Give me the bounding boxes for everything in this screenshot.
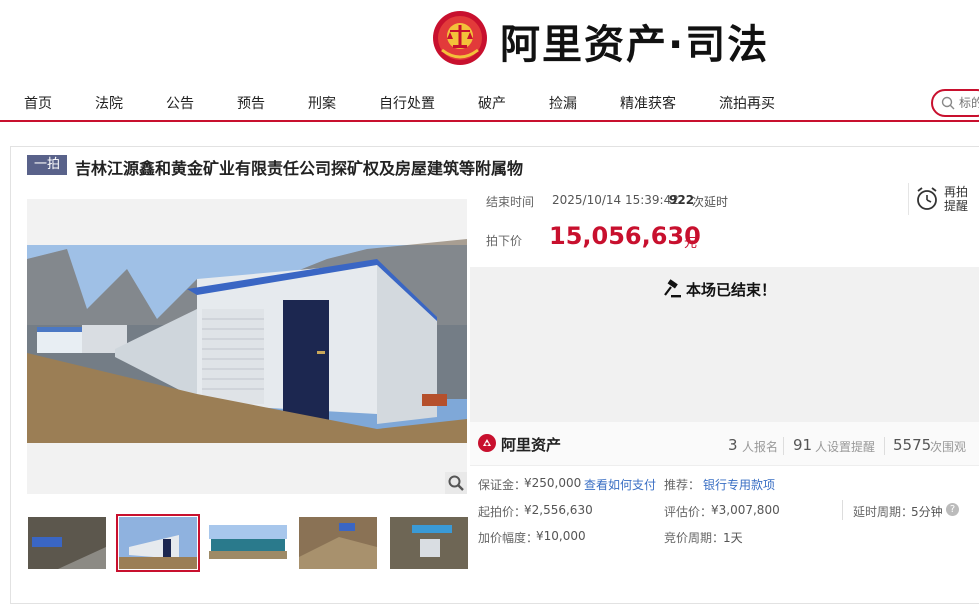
search-icon[interactable] <box>941 96 955 110</box>
auction-ended-text: 本场已结束！ <box>686 281 777 299</box>
nav-item-preview[interactable]: 预告 <box>237 93 265 113</box>
help-icon[interactable]: ? <box>946 503 959 516</box>
delay-count-label: 次延时 <box>692 195 729 209</box>
thumbnail-image <box>299 517 377 569</box>
view-count-label: 次围观 <box>930 440 967 454</box>
deposit-label: 保证金： <box>478 478 527 492</box>
main-nav: 首页 法院 公告 预告 刑案 自行处置 破产 捡漏 精准获客 流拍再买 <box>0 84 979 122</box>
thumbnail-image <box>390 517 468 569</box>
nav-item-court[interactable]: 法院 <box>95 93 123 113</box>
signup-label: 人报名 <box>742 440 779 454</box>
thumbnail-image <box>119 517 197 569</box>
item-title: 吉林江源鑫和黄金矿业有限责任公司探矿权及房屋建筑等附属物 <box>75 159 524 178</box>
increment-label: 加价幅度： <box>478 531 539 545</box>
nav-item-bargain[interactable]: 捡漏 <box>549 93 577 113</box>
nav-item-self-disposal[interactable]: 自行处置 <box>379 93 435 113</box>
end-time-label: 结束时间 <box>486 195 535 209</box>
search-input[interactable] <box>959 93 979 113</box>
thumbnail[interactable] <box>209 517 287 569</box>
thumbnail[interactable] <box>28 517 106 569</box>
zoom-icon[interactable] <box>445 472 467 494</box>
main-photo[interactable] <box>27 199 467 494</box>
bid-cycle-value: 1天 <box>723 531 743 545</box>
final-price: 15,056,630 <box>549 222 701 250</box>
signup-count: 3 <box>728 436 738 454</box>
relist-reminder-label: 再拍提醒 <box>944 185 969 213</box>
field-divider <box>842 500 843 520</box>
reminder-count: 91 <box>793 436 813 454</box>
building-photo <box>27 239 467 443</box>
round-badge: 一拍 <box>27 155 67 175</box>
thumbnail[interactable] <box>390 517 468 569</box>
thumbnail-selected[interactable] <box>116 514 200 572</box>
bid-cycle-label: 竞价周期： <box>664 531 725 545</box>
how-to-pay-link[interactable]: 查看如何支付 <box>584 476 656 493</box>
delay-period-value: 5分钟 <box>911 505 943 519</box>
thumbnail-image <box>209 517 287 569</box>
logo-bar: 阿里资产·司法 <box>0 0 979 80</box>
relist-reminder-button[interactable]: 再拍提醒 <box>908 183 978 215</box>
thumbnail-image <box>28 517 106 569</box>
start-price-label: 起拍价： <box>478 505 527 519</box>
thumbnail[interactable] <box>299 517 377 569</box>
reminder-count-label: 人设置提醒 <box>815 440 876 454</box>
ali-assets-logo-icon <box>478 434 496 452</box>
appraisal-label: 评估价： <box>664 505 713 519</box>
stat-divider <box>783 437 784 455</box>
nav-item-bankruptcy[interactable]: 破产 <box>478 93 506 113</box>
nav-item-rebuy[interactable]: 流拍再买 <box>719 93 775 113</box>
recommend-label: 推荐： <box>664 478 701 492</box>
deposit-value: ¥250,000 <box>524 476 582 490</box>
price-unit: 元 <box>684 236 698 251</box>
end-time-value: 2025/10/14 15:39:42 <box>552 193 679 207</box>
nav-item-precise-customers[interactable]: 精准获客 <box>620 93 676 113</box>
bank-funds-link[interactable]: 银行专用款项 <box>703 476 775 493</box>
increment-value: ¥10,000 <box>536 529 586 543</box>
site-logo-text[interactable]: 阿里资产·司法 <box>500 12 769 70</box>
nav-item-home[interactable]: 首页 <box>24 93 52 113</box>
alarm-clock-icon <box>917 187 937 210</box>
nav-item-criminal[interactable]: 刑案 <box>308 93 336 113</box>
court-emblem-icon <box>433 11 487 65</box>
ali-assets-logo-text: 阿里资产 <box>501 436 562 454</box>
price-label: 拍下价 <box>486 234 523 248</box>
nav-item-announcement[interactable]: 公告 <box>166 93 194 113</box>
search-box[interactable] <box>931 89 979 117</box>
start-price-value: ¥2,556,630 <box>524 503 593 517</box>
view-count: 5575 <box>893 436 932 454</box>
appraisal-value: ¥3,007,800 <box>711 503 780 517</box>
gavel-icon <box>664 279 681 298</box>
delay-period-label: 延时周期： <box>853 505 914 519</box>
stat-divider <box>884 437 885 455</box>
delay-count: 922 <box>669 193 695 207</box>
